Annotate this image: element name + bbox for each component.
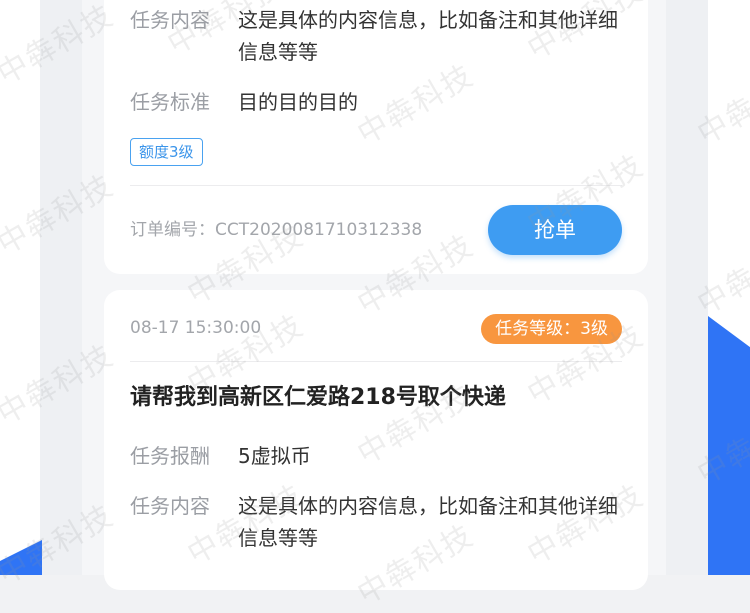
task-content-label: 任务内容 bbox=[130, 494, 210, 518]
task-standard-row: 任务标准 目的目的目的 bbox=[130, 86, 622, 118]
card-divider bbox=[130, 185, 622, 186]
task-content-value: 这是具体的内容信息，比如备注和其他详细信息等等 bbox=[238, 8, 618, 64]
left-margin bbox=[0, 0, 40, 575]
order-number: 订单编号：CCT2020081710312338 bbox=[130, 220, 423, 240]
task-standard-label: 任务标准 bbox=[130, 90, 210, 114]
task-reward-value: 5虚拟币 bbox=[238, 444, 311, 468]
task-standard-value: 目的目的目的 bbox=[238, 90, 358, 114]
quota-badge: 额度3级 bbox=[130, 138, 203, 166]
task-content-row: 任务内容 这是具体的内容信息，比如备注和其他详细信息等等 bbox=[130, 4, 622, 68]
task-title: 请帮我到高新区仁爱路218号取个快递 bbox=[130, 385, 506, 410]
task-content-label: 任务内容 bbox=[130, 8, 210, 32]
card-divider bbox=[130, 361, 622, 362]
task-reward-row: 任务报酬 5虚拟币 bbox=[130, 440, 622, 472]
task-reward-label: 任务报酬 bbox=[130, 444, 210, 468]
grab-order-button[interactable]: 抢单 bbox=[488, 205, 622, 255]
task-content-value: 这是具体的内容信息，比如备注和其他详细信息等等 bbox=[238, 494, 618, 550]
task-card[interactable]: 08-17 15:30:00 任务等级：3级 请帮我到高新区仁爱路218号取个快… bbox=[104, 290, 648, 590]
task-level-badge: 任务等级：3级 bbox=[481, 314, 622, 344]
task-card[interactable]: 任务内容 这是具体的内容信息，比如备注和其他详细信息等等 任务标准 目的目的目的… bbox=[104, 0, 648, 274]
task-content-row: 任务内容 这是具体的内容信息，比如备注和其他详细信息等等 bbox=[130, 490, 622, 554]
task-time: 08-17 15:30:00 bbox=[130, 318, 262, 338]
decorative-blue-shape-right bbox=[708, 316, 750, 575]
